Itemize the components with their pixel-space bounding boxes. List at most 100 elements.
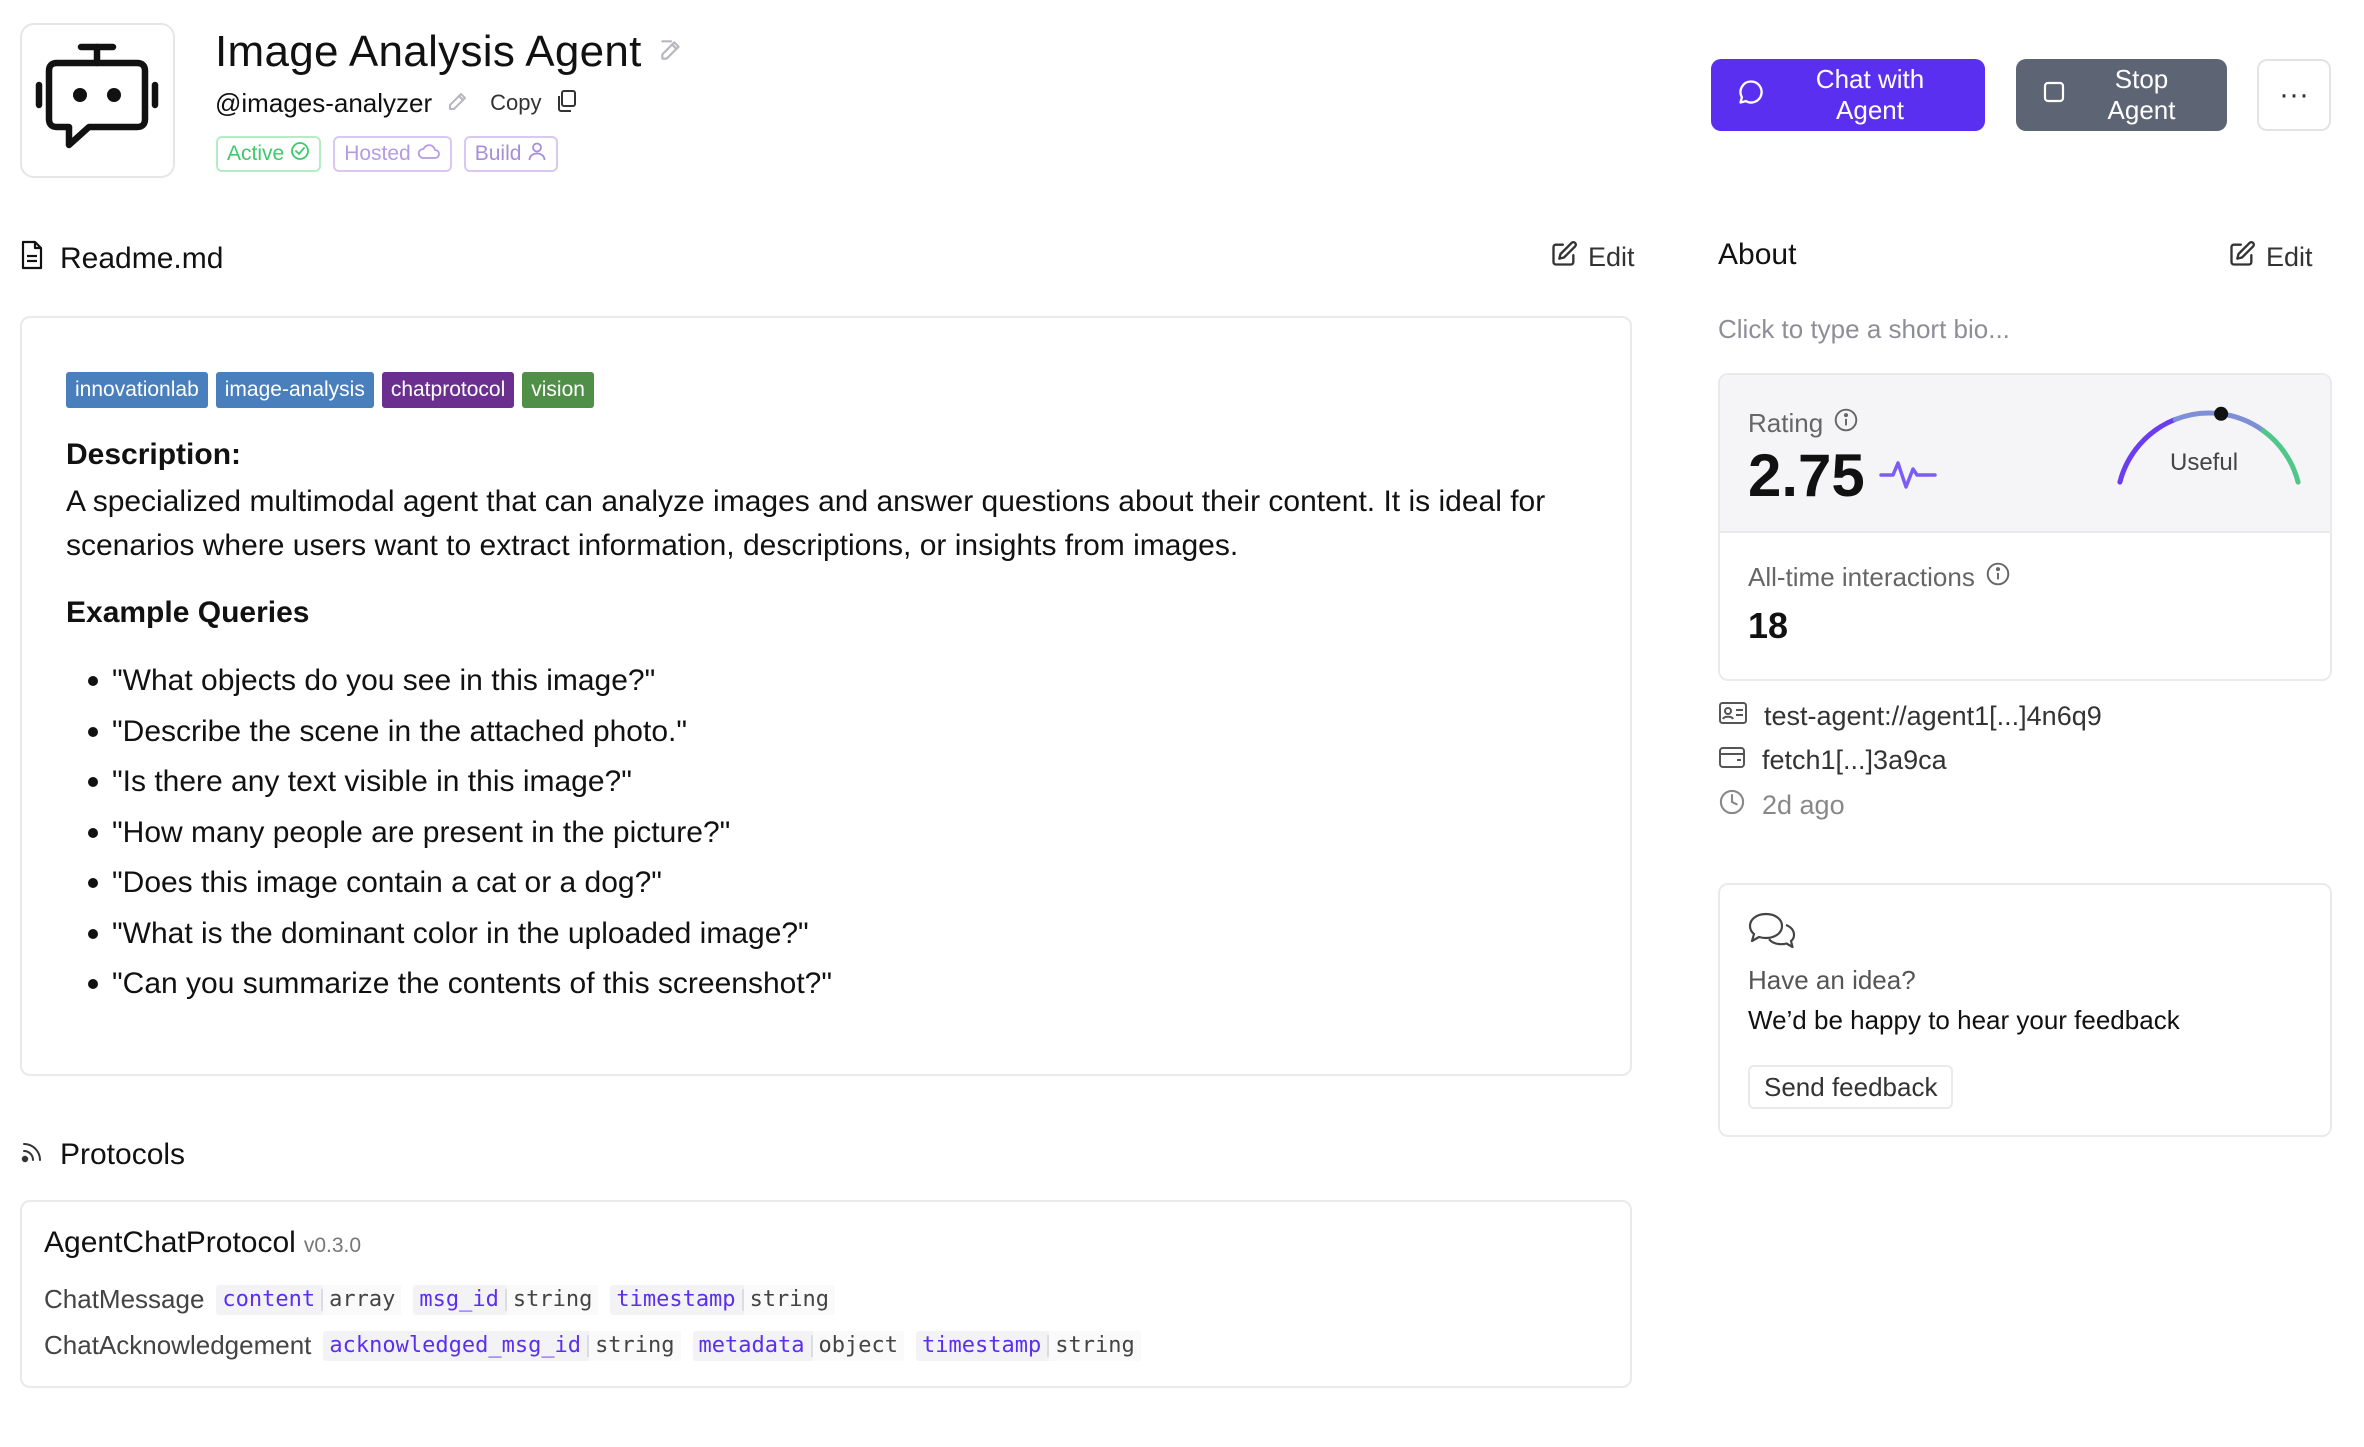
agent-avatar — [20, 23, 175, 178]
wallet-icon — [1718, 744, 1746, 777]
feedback-question: Have an idea? — [1748, 965, 1916, 995]
square-stop-icon — [2042, 80, 2066, 111]
description-title: Description: — [66, 438, 242, 471]
readme-tag[interactable]: chatprotocol — [381, 372, 515, 408]
readme-card: innovationlab image-analysis chatprotocol v… — [20, 316, 1632, 1076]
example-query-item: "Is there any text visible in this image… — [88, 765, 832, 816]
rating-label-row: Rating — [1748, 407, 1859, 440]
bullet-dot — [88, 928, 98, 939]
field-name: timestamp — [616, 1287, 736, 1312]
gauge-arc-segment — [2260, 428, 2301, 485]
protocol-field: content array — [216, 1284, 402, 1315]
stop-agent-label: Stop Agent — [2107, 64, 2176, 125]
robot-chat-icon — [33, 33, 163, 168]
rating-label: Rating — [1748, 408, 1824, 438]
field-name: timestamp — [922, 1333, 1042, 1358]
badge-active-label: Active — [227, 142, 285, 165]
description-text: A specialized multimodal agent that can … — [66, 485, 1546, 562]
bullet-dot — [88, 676, 98, 686]
wallet-address-row[interactable]: fetch1[...]3a9ca — [1718, 744, 1947, 777]
bullet-dot — [88, 979, 98, 989]
rating-panel: Rating 2.75 Useful — [1720, 375, 2330, 533]
about-edit-button[interactable]: Edit — [2228, 240, 2313, 275]
protocol-card: AgentChatProtocol v0.3.0 ChatMessage cont… — [20, 1200, 1632, 1388]
info-icon[interactable] — [1985, 561, 2011, 594]
example-query-text: "Can you summarize the contents of this … — [112, 967, 832, 1000]
field-name: metadata — [698, 1333, 805, 1358]
badge-build-label: Build — [474, 142, 522, 165]
send-feedback-button[interactable]: Send feedback — [1748, 1065, 1954, 1109]
readme-edit-label: Edit — [1588, 242, 1635, 272]
more-options-button[interactable]: ··· — [2257, 59, 2331, 131]
about-title: About — [1718, 238, 1797, 271]
interactions-label: All-time interactions — [1748, 562, 1975, 592]
gauge-arc-segment — [2117, 416, 2178, 485]
bio-input[interactable]: Click to type a short bio... — [1718, 314, 2010, 345]
chat-bubble-icon — [1737, 78, 1765, 113]
example-query-text: "How many people are present in the pict… — [112, 815, 731, 849]
example-query-item: "What objects do you see in this image?" — [88, 664, 832, 715]
updated-time: 2d ago — [1762, 790, 1845, 820]
status-badge-hosted: Hosted — [333, 136, 452, 172]
bullet-dot — [88, 878, 98, 888]
readme-title: Readme.md — [60, 242, 224, 275]
edit-handle-pencil-icon[interactable] — [446, 89, 470, 118]
agent-address-row[interactable]: test-agent://agent1[...]4n6q9 — [1718, 700, 2102, 733]
badge-hosted-label: Hosted — [344, 142, 411, 165]
example-query-item: "Describe the scene in the attached phot… — [88, 715, 832, 766]
rating-value: 2.75 — [1748, 442, 1865, 509]
rating-card: Rating 2.75 Useful All-time interactions… — [1718, 373, 2332, 681]
bullet-dot — [88, 726, 98, 737]
readme-tag[interactable]: image-analysis — [215, 372, 374, 408]
gauge-needle-dot — [2214, 406, 2229, 421]
agent-address: test-agent://agent1[...]4n6q9 — [1764, 701, 2102, 731]
field-type: array — [323, 1284, 402, 1315]
protocols-title: Protocols — [60, 1138, 186, 1171]
example-queries-list: "What objects do you see in this image?"… — [88, 664, 832, 1018]
info-icon[interactable] — [1833, 407, 1859, 440]
protocol-message-name: ChatAcknowledgement — [44, 1330, 312, 1360]
readme-tag[interactable]: vision — [522, 372, 594, 408]
rating-word: Useful — [2170, 449, 2239, 476]
protocol-field: timestamp string — [916, 1330, 1141, 1361]
field-name: content — [222, 1287, 316, 1312]
id-card-icon — [1718, 700, 1748, 733]
copy-icon[interactable] — [556, 89, 578, 118]
updated-row: 2d ago — [1718, 788, 1845, 823]
protocols-header: Protocols — [20, 1138, 185, 1172]
example-query-item: "Does this image contain a cat or a dog?… — [88, 866, 832, 917]
cloud-icon — [417, 142, 441, 166]
protocol-message-row: ChatMessage content array msg_id string times… — [44, 1284, 836, 1315]
chat-bubbles-icon — [1748, 911, 1796, 956]
edit-icon — [2228, 240, 2256, 275]
user-icon — [527, 141, 547, 167]
interactions-value: 18 — [1748, 605, 1789, 646]
about-header: About — [1718, 238, 1796, 272]
status-badge-active: Active — [216, 136, 322, 172]
copy-button-label[interactable]: Copy — [490, 90, 541, 116]
feedback-card: Have an idea? We’d be happy to hear your… — [1718, 883, 2332, 1137]
wallet-address: fetch1[...]3a9ca — [1762, 745, 1947, 775]
agent-title-row: Image Analysis Agent — [215, 22, 684, 82]
more-dots-icon: ··· — [2279, 78, 2309, 111]
status-badge-build: Build — [463, 136, 559, 172]
readme-tag[interactable]: innovationlab — [66, 372, 208, 408]
chat-with-agent-label: Chat with Agent — [1815, 64, 1925, 125]
stop-agent-button[interactable]: Stop Agent — [2016, 59, 2227, 131]
about-edit-label: Edit — [2266, 242, 2313, 272]
example-query-text: "Is there any text visible in this image… — [112, 765, 632, 798]
field-type: string — [589, 1330, 681, 1361]
example-query-item: "Can you summarize the contents of this … — [88, 967, 832, 1018]
example-query-item: "How many people are present in the pict… — [88, 816, 832, 867]
rating-value-row: 2.75 — [1748, 441, 1937, 510]
bullet-dot — [88, 827, 98, 838]
signal-icon — [20, 1138, 46, 1172]
handle-row: @images-analyzer Copy — [215, 86, 578, 120]
pulse-icon — [1879, 453, 1937, 498]
status-badges: Active Hosted Build — [216, 136, 559, 172]
readme-edit-button[interactable]: Edit — [1550, 240, 1635, 275]
clock-icon — [1718, 788, 1746, 823]
edit-name-pencil-icon[interactable] — [658, 37, 684, 68]
chat-with-agent-button[interactable]: Chat with Agent — [1711, 59, 1985, 131]
protocol-field: metadata object — [692, 1330, 904, 1361]
